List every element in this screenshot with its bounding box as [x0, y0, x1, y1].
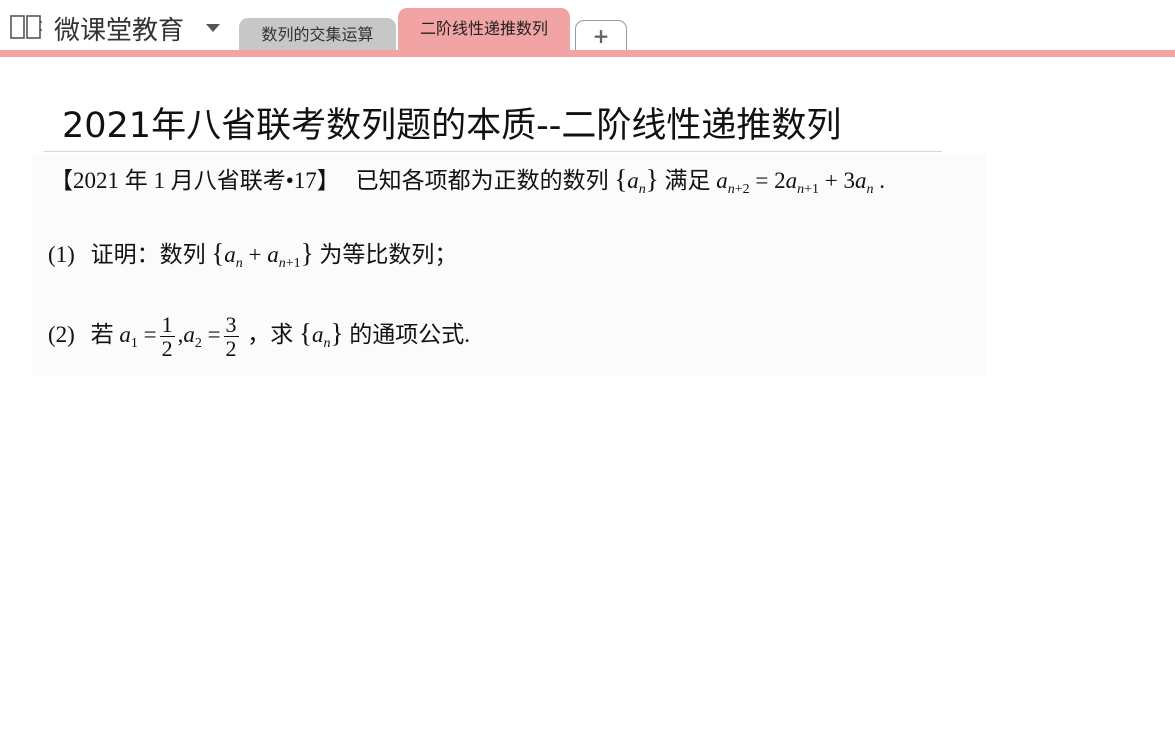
- problem-image: 【2021 年 1 月八省联考•17】 已知各项都为正数的数列 {an} 满足 …: [32, 153, 987, 376]
- problem-source: 【2021 年 1 月八省联考•17】: [50, 168, 340, 193]
- problem-stem: 【2021 年 1 月八省联考•17】 已知各项都为正数的数列 {an} 满足 …: [50, 161, 885, 198]
- stem-sequence: {an}: [614, 164, 659, 197]
- notebook-title[interactable]: 微课堂教育: [54, 10, 184, 47]
- part2-sequence: {an}: [299, 317, 344, 351]
- tab-second-order-recurrence[interactable]: 二阶线性递推数列: [398, 8, 570, 50]
- part1-label: (1): [48, 242, 75, 267]
- fraction-three-halves: 32: [223, 312, 239, 362]
- recurrence-formula: an+2 = 2an+1 + 3an .: [716, 168, 886, 197]
- title-divider: [44, 151, 942, 152]
- part1-text: 证明：数列: [90, 242, 206, 267]
- part1-text2: 为等比数列；: [319, 242, 458, 267]
- page-title[interactable]: 2021年八省联考数列题的本质--二阶线性递推数列: [62, 97, 841, 148]
- part1-sequence: {an + an+1}: [211, 238, 314, 271]
- section-color-strip: [0, 50, 1175, 57]
- problem-part-2: (2) 若 a1 = 1 2 ,a2 = 3 2 ，求 {an} 的通项公式.: [48, 313, 470, 360]
- tab-sequence-intersection[interactable]: 数列的交集运算: [239, 18, 396, 50]
- problem-part-1: (1) 证明：数列 {an + an+1} 为等比数列；: [48, 235, 457, 272]
- chevron-down-icon[interactable]: [206, 24, 220, 32]
- part2-label: (2): [48, 321, 75, 347]
- fraction-one-half: 12: [159, 312, 175, 362]
- part2-text: 若: [90, 321, 114, 347]
- initial-conditions: a1 = 1 2 ,a2 = 3 2: [119, 312, 239, 362]
- note-page[interactable]: 2021年八省联考数列题的本质--二阶线性递推数列 【2021 年 1 月八省联…: [0, 57, 1175, 734]
- problem-stem-text: 已知各项都为正数的数列: [355, 168, 609, 193]
- part2-text2: ，求: [247, 321, 294, 347]
- notebook-icon[interactable]: [10, 14, 42, 40]
- problem-stem-text2: 满足: [664, 168, 711, 193]
- add-tab-button[interactable]: +: [575, 20, 627, 50]
- part2-text3: 的通项公式.: [349, 321, 470, 347]
